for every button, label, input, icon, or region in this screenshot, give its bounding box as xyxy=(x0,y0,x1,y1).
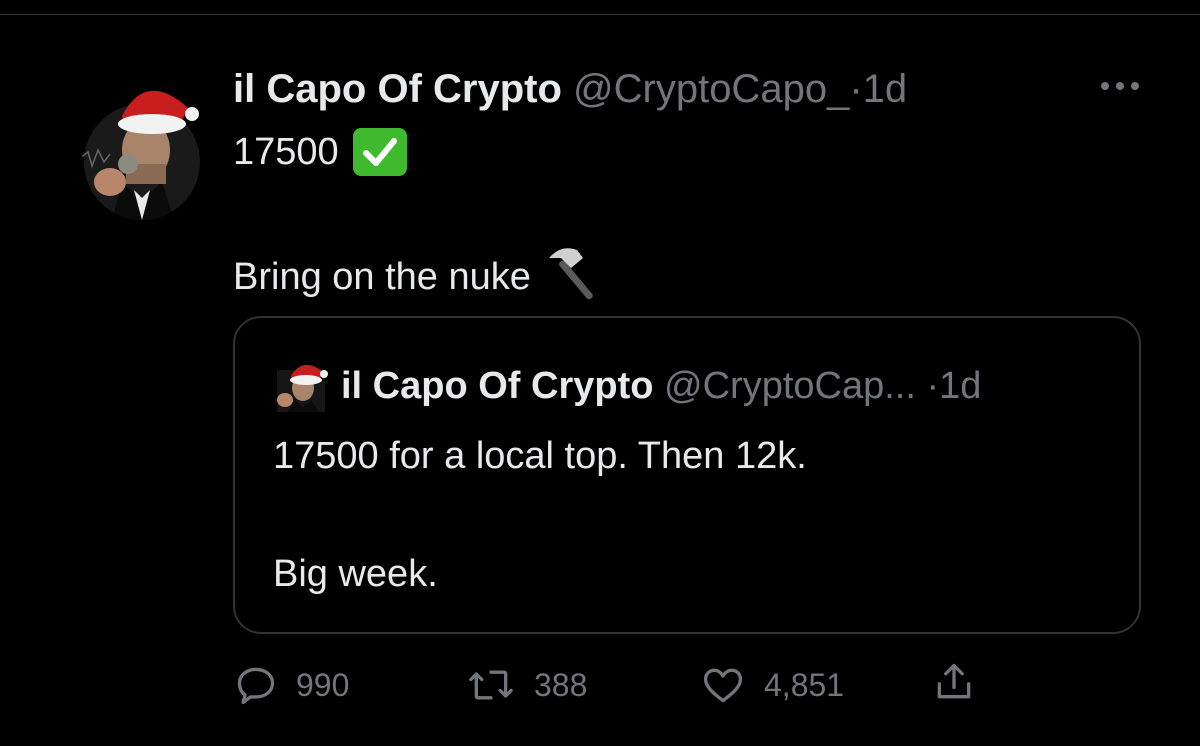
retweet-button[interactable]: 388 xyxy=(466,660,587,710)
quoted-text-line-1: 17500 for a local top. Then 12k. xyxy=(273,435,807,477)
quoted-author-name: il Capo Of Crypto xyxy=(341,365,654,407)
share-button[interactable] xyxy=(932,660,976,704)
top-divider xyxy=(0,14,1200,15)
quoted-author-handle: @CryptoCap... xyxy=(664,365,916,407)
share-icon xyxy=(937,663,971,699)
tweet-text-value-2: Bring on the nuke xyxy=(233,256,531,298)
hammer-icon xyxy=(547,244,605,310)
reply-count: 990 xyxy=(296,667,350,703)
tweet-header: il Capo Of Crypto @CryptoCapo_·1d xyxy=(233,66,907,112)
quoted-timestamp: 1d xyxy=(939,365,982,407)
check-mark-button-icon xyxy=(352,128,407,176)
reply-button[interactable]: 990 xyxy=(234,660,349,710)
quoted-author-avatar xyxy=(273,356,329,412)
tweet-text-line-1: 17500 xyxy=(233,128,407,176)
author-avatar[interactable] xyxy=(79,70,202,222)
like-count: 4,851 xyxy=(764,667,845,703)
reply-icon xyxy=(237,667,275,705)
tweet-timestamp[interactable]: 1d xyxy=(863,67,908,111)
quoted-tweet-header: il Capo Of Crypto @CryptoCap... ·1d xyxy=(341,364,981,408)
more-horizontal-icon xyxy=(1101,82,1139,90)
author-handle[interactable]: @CryptoCapo_ xyxy=(573,67,849,111)
separator-dot: · xyxy=(849,67,863,111)
like-button[interactable]: 4,851 xyxy=(700,660,844,710)
retweet-icon xyxy=(469,670,513,700)
more-options-button[interactable] xyxy=(1097,76,1143,96)
quoted-separator-dot: · xyxy=(926,365,940,407)
quoted-tweet-card[interactable]: il Capo Of Crypto @CryptoCap... ·1d 1750… xyxy=(233,316,1141,634)
tweet-actions: 990 388 4,851 xyxy=(234,660,994,710)
tweet-text-line-2: Bring on the nuke xyxy=(233,244,605,310)
retweet-count: 388 xyxy=(534,667,588,703)
heart-icon xyxy=(703,668,743,703)
tweet-text-value: 17500 xyxy=(233,131,339,173)
quoted-text-line-2: Big week. xyxy=(273,553,438,595)
author-name[interactable]: il Capo Of Crypto xyxy=(233,67,562,111)
